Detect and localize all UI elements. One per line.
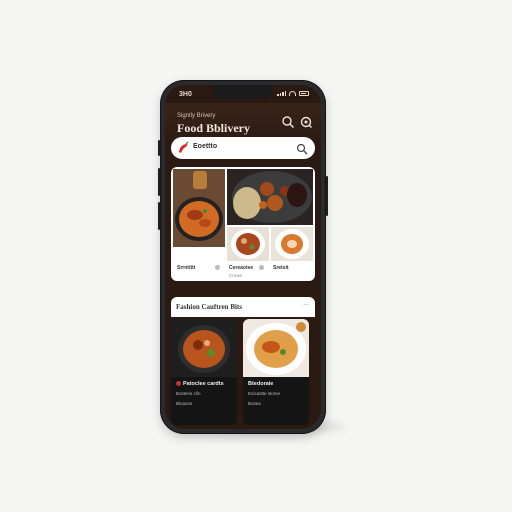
signal-icon (277, 91, 286, 96)
dish-tile-bowl-2[interactable] (271, 227, 313, 261)
more-options-icon[interactable]: ... (303, 300, 309, 307)
dish-card-1[interactable]: Patoclee cardts Bosteris cfin Bloaons (171, 319, 237, 425)
dish-label-2: Cereaotee (229, 265, 254, 271)
dish-card-2-image (243, 319, 309, 377)
chili-icon (176, 141, 190, 155)
dish-label-1: Srrnttitt (177, 265, 196, 271)
dish-card-1-desc: Bosteris cfin (176, 391, 201, 396)
dish-tile-platter[interactable] (227, 169, 313, 225)
search-icon[interactable] (281, 115, 295, 129)
section-title: Fashion Cauftren Bits (176, 303, 242, 311)
dish-card-2-desc: Enicastte stome (248, 391, 281, 396)
favorite-icon[interactable] (215, 265, 220, 270)
header-subtitle: Signtly Brivery (177, 113, 216, 119)
power-button (326, 176, 328, 216)
phone-screen: 3H0 Signtly Brivery Food Bblivery Eoettt… (165, 85, 321, 429)
section-header: Fashion Cauftren Bits ... (171, 297, 315, 317)
dish-card-2-price: Bosea (248, 401, 261, 406)
bowl-image-2 (271, 227, 313, 261)
status-time: 3H0 (179, 91, 192, 98)
favorite-icon[interactable] (259, 265, 264, 270)
search-input[interactable]: Eoettto (193, 143, 217, 150)
phone-frame: 3H0 Signtly Brivery Food Bblivery Eoettt… (158, 80, 328, 434)
dish-label-3: Sretsit (273, 265, 289, 271)
app-title: Food Bblivery (177, 121, 251, 135)
dish-card-1-name: Patoclee cardts (183, 381, 224, 387)
dish-sub-2: Crowe (229, 273, 243, 278)
volume-up-button (158, 168, 160, 196)
dish-tile-biryani[interactable] (173, 169, 225, 247)
biryani-image (173, 169, 225, 247)
volume-down-button (158, 202, 160, 230)
settings-icon[interactable] (299, 115, 313, 129)
platter-image (227, 169, 313, 225)
featured-dishes-grid: Srrnttitt Cereaotee Crowe Sretsit (171, 167, 315, 281)
dish-card-1-price: Bloaons (176, 401, 193, 406)
dish-tile-bowl-1[interactable] (227, 227, 269, 261)
dish-card-2-name: Btedoraie (248, 381, 274, 387)
battery-icon (299, 91, 309, 96)
dish-card-1-image (171, 319, 237, 377)
notch (213, 85, 273, 99)
mute-switch (158, 140, 160, 156)
search-icon[interactable] (296, 142, 308, 155)
featured-section: Fashion Cauftren Bits ... Patoclee cardt… (171, 297, 315, 427)
search-bar[interactable]: Eoettto (171, 137, 315, 159)
veg-indicator-icon (176, 381, 181, 386)
wifi-icon (289, 91, 296, 96)
dish-card-2[interactable]: Btedoraie Enicastte stome Bosea (243, 319, 309, 425)
bowl-image-1 (227, 227, 269, 261)
